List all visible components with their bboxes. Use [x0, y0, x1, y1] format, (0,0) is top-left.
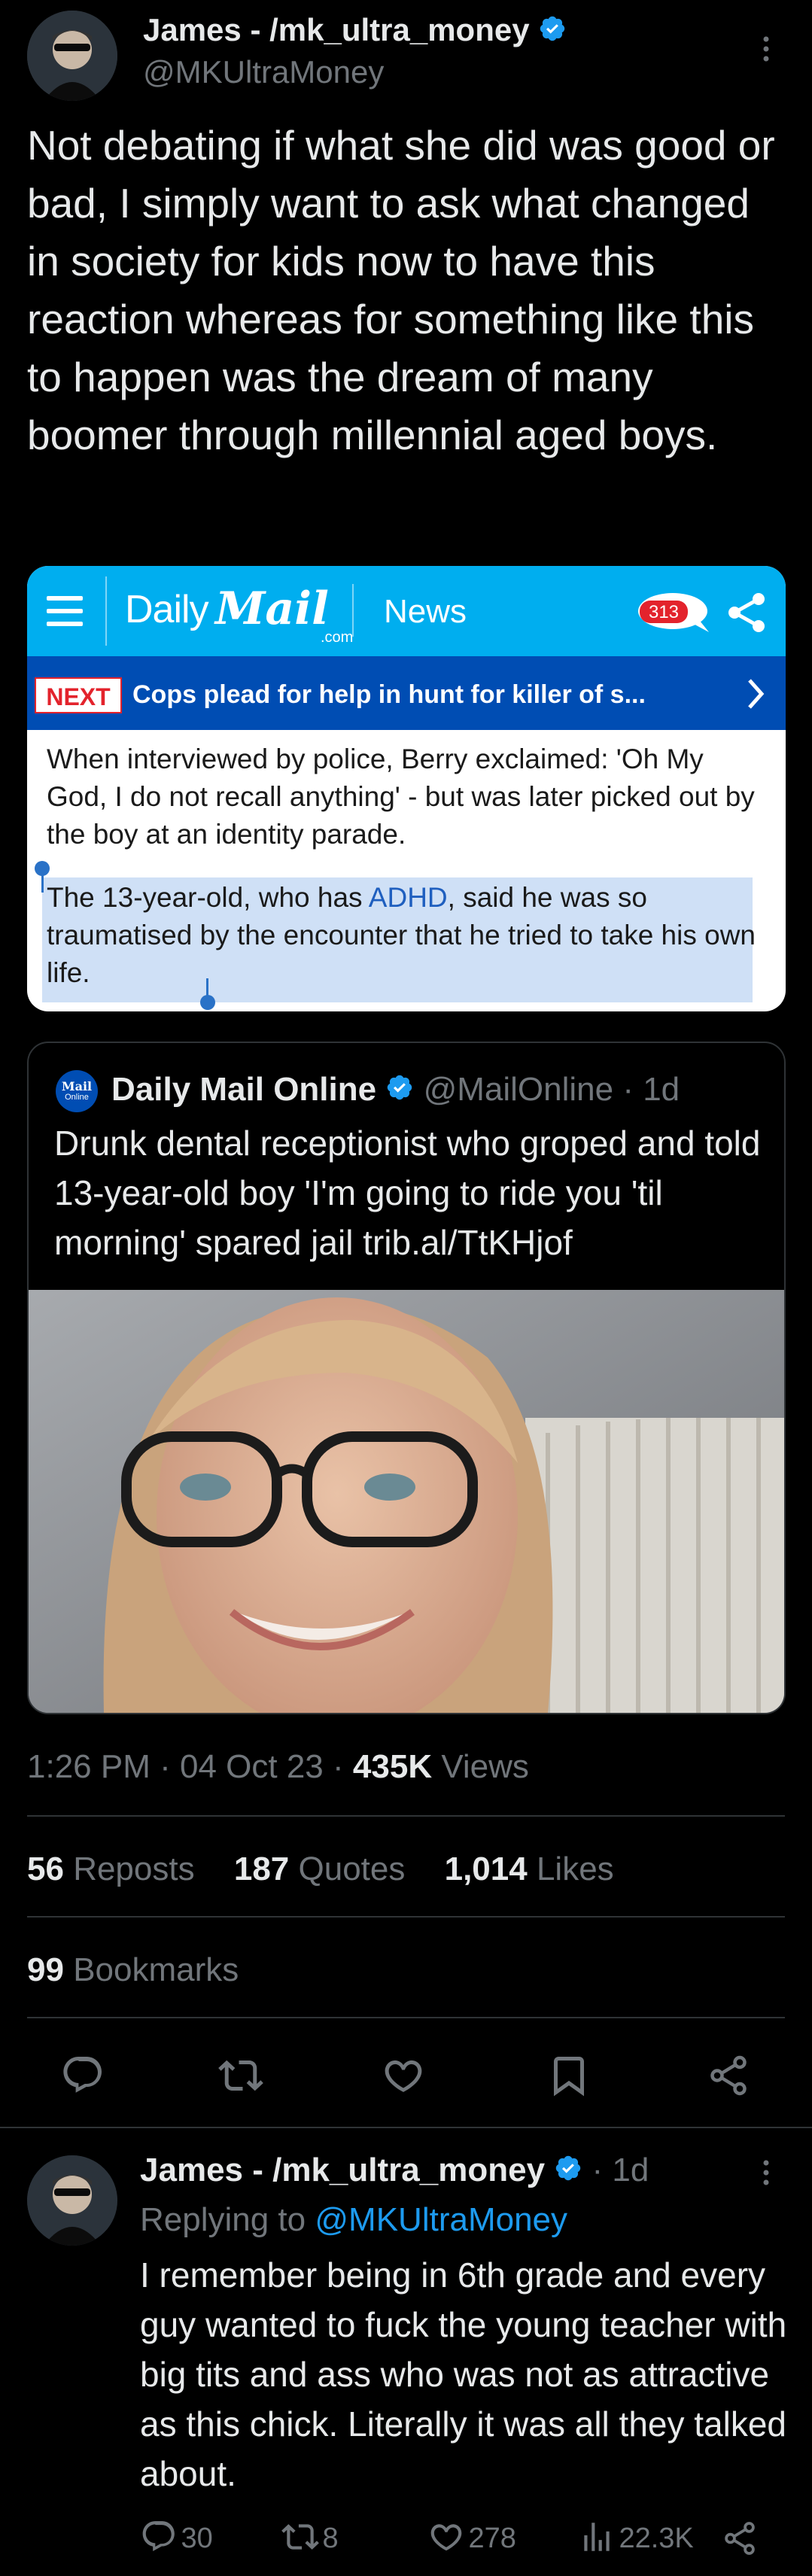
- logo-mail: Mail: [215, 582, 329, 635]
- reply-reply-icon: [140, 2518, 178, 2559]
- more-options-icon[interactable]: [759, 30, 774, 68]
- bookmarks-count: 99: [27, 1951, 64, 1988]
- reply-more-options-icon[interactable]: [759, 2154, 774, 2191]
- stats-row: 56 Reposts 187 Quotes 1,014 Likes: [27, 1848, 614, 1890]
- author-name[interactable]: James - /mk_ultra_money: [143, 11, 567, 52]
- adhd-link[interactable]: ADHD: [369, 882, 448, 913]
- quotes-count: 187: [233, 1851, 290, 1887]
- reply-views-count: 22.3K: [619, 2523, 694, 2554]
- replying-to-handle[interactable]: @MKUltraMoney: [315, 2201, 567, 2238]
- section-label: News: [384, 593, 467, 630]
- comment-count-badge: 313: [637, 592, 715, 634]
- reply-like-heart-icon: [427, 2518, 465, 2559]
- share-network-icon[interactable]: [706, 2053, 751, 2098]
- divider: [27, 1815, 785, 1817]
- likes-stat[interactable]: 1,014 Likes: [445, 1851, 614, 1887]
- bookmark-icon[interactable]: [546, 2053, 592, 2098]
- reply-repost-icon: [281, 2518, 319, 2559]
- replying-to-line: Replying to @MKUltraMoney: [140, 2199, 567, 2241]
- attached-screenshot[interactable]: Daily Mail .com News 313 NEXT Cops plead…: [27, 566, 786, 1011]
- author-avatar[interactable]: [27, 11, 117, 101]
- dailymail-logo: Daily Mail .com: [125, 582, 381, 646]
- reply-verified-badge-icon: [554, 2151, 582, 2193]
- reply-author-name[interactable]: James - /mk_ultra_money: [140, 2152, 545, 2188]
- reposts-label: Reposts: [73, 1851, 195, 1887]
- quoted-author-handle: @MailOnline: [423, 1071, 614, 1108]
- meta-separator: ·: [160, 1748, 171, 1785]
- likes-count: 1,014: [444, 1851, 528, 1887]
- header-divider-2: [352, 584, 354, 637]
- reply-author-avatar[interactable]: [27, 2155, 117, 2246]
- tweet-text: Not debating if what she did was good or…: [27, 122, 775, 458]
- bookmarks-stat[interactable]: 99 Bookmarks: [27, 1949, 239, 1991]
- reply-views-action[interactable]: 22.3K: [578, 2518, 694, 2560]
- header-divider: [105, 576, 107, 646]
- quotes-stat[interactable]: 187 Quotes: [234, 1851, 406, 1887]
- quotes-label: Quotes: [298, 1851, 406, 1887]
- reply-likes-count: 278: [468, 2523, 516, 2554]
- quoted-author-avatar: Mail Online: [56, 1070, 98, 1112]
- reply-views-chart-icon: [578, 2518, 616, 2559]
- tweet-time[interactable]: 1:26 PM: [27, 1748, 151, 1785]
- next-article-bar: NEXT Cops plead for help in hunt for kil…: [27, 656, 786, 730]
- chevron-right-icon: [745, 677, 766, 714]
- verified-badge-icon: [538, 13, 567, 52]
- logo-com: .com: [321, 629, 354, 646]
- hamburger-menu-icon: [47, 595, 83, 631]
- divider: [0, 2127, 812, 2128]
- selection-handle-end-icon[interactable]: [197, 978, 218, 1011]
- reposts-count: 56: [27, 1851, 64, 1887]
- reply-replies-action[interactable]: 30: [140, 2518, 213, 2560]
- dailymail-header: Daily Mail .com News 313: [27, 566, 786, 656]
- like-heart-icon[interactable]: [381, 2053, 426, 2098]
- quoted-author-name: Daily Mail Online: [111, 1071, 377, 1108]
- paragraph-2-start: The 13-year-old, who has: [47, 882, 369, 913]
- reposts-stat[interactable]: 56 Reposts: [27, 1851, 195, 1887]
- quoted-avatar-text-2: Online: [65, 1093, 89, 1102]
- quoted-tweet-photo[interactable]: [29, 1290, 784, 1713]
- divider: [27, 2017, 785, 2018]
- author-name-text[interactable]: James - /mk_ultra_money: [143, 12, 530, 47]
- reply-repost-action[interactable]: 8: [281, 2518, 339, 2560]
- quoted-tweet-card[interactable]: Mail Online Daily Mail Online @MailOnlin…: [27, 1042, 786, 1714]
- quoted-avatar-text-1: Mail: [61, 1079, 93, 1093]
- reply-text: I remember being in 6th grade and every …: [140, 2255, 787, 2493]
- reply-share-icon[interactable]: [721, 2520, 759, 2561]
- repost-icon[interactable]: [218, 2053, 263, 2098]
- reply-time[interactable]: · 1d: [592, 2152, 649, 2188]
- bookmarks-label: Bookmarks: [73, 1951, 239, 1988]
- divider: [27, 1916, 785, 1918]
- replying-to-label: Replying to: [140, 2201, 306, 2238]
- reply-icon[interactable]: [60, 2053, 105, 2098]
- views-label: Views: [441, 1748, 529, 1785]
- tweet-date[interactable]: 04 Oct 23: [180, 1748, 324, 1785]
- reply-reposts-count: 8: [322, 2523, 339, 2554]
- share-icon: [725, 592, 768, 637]
- tweet-meta: 1:26 PM · 04 Oct 23 · 435K Views: [27, 1746, 529, 1788]
- article-paragraph-2: The 13-year-old, who has ADHD, said he w…: [47, 879, 762, 992]
- next-headline: Cops plead for help in hunt for killer o…: [132, 680, 646, 709]
- likes-label: Likes: [536, 1851, 614, 1887]
- quoted-time: · 1d: [622, 1071, 680, 1108]
- quoted-author-row: Daily Mail Online @MailOnline · 1d: [111, 1069, 680, 1112]
- comment-count: 313: [648, 602, 680, 622]
- next-badge-label: NEXT: [46, 683, 111, 710]
- author-handle[interactable]: @MKUltraMoney: [143, 53, 384, 92]
- views-count: 435K: [352, 1748, 433, 1785]
- quoted-verified-badge-icon: [385, 1070, 414, 1112]
- reply-like-action[interactable]: 278: [427, 2518, 516, 2560]
- quoted-tweet-text: Drunk dental receptionist who groped and…: [54, 1124, 761, 1262]
- meta-separator: ·: [333, 1748, 344, 1785]
- next-badge: NEXT: [35, 677, 122, 713]
- reply-author-row: James - /mk_ultra_money · 1d: [140, 2149, 649, 2193]
- reply-replies-count: 30: [181, 2523, 213, 2554]
- article-paragraph-1: When interviewed by police, Berry exclai…: [47, 744, 755, 850]
- logo-daily: Daily: [125, 588, 209, 631]
